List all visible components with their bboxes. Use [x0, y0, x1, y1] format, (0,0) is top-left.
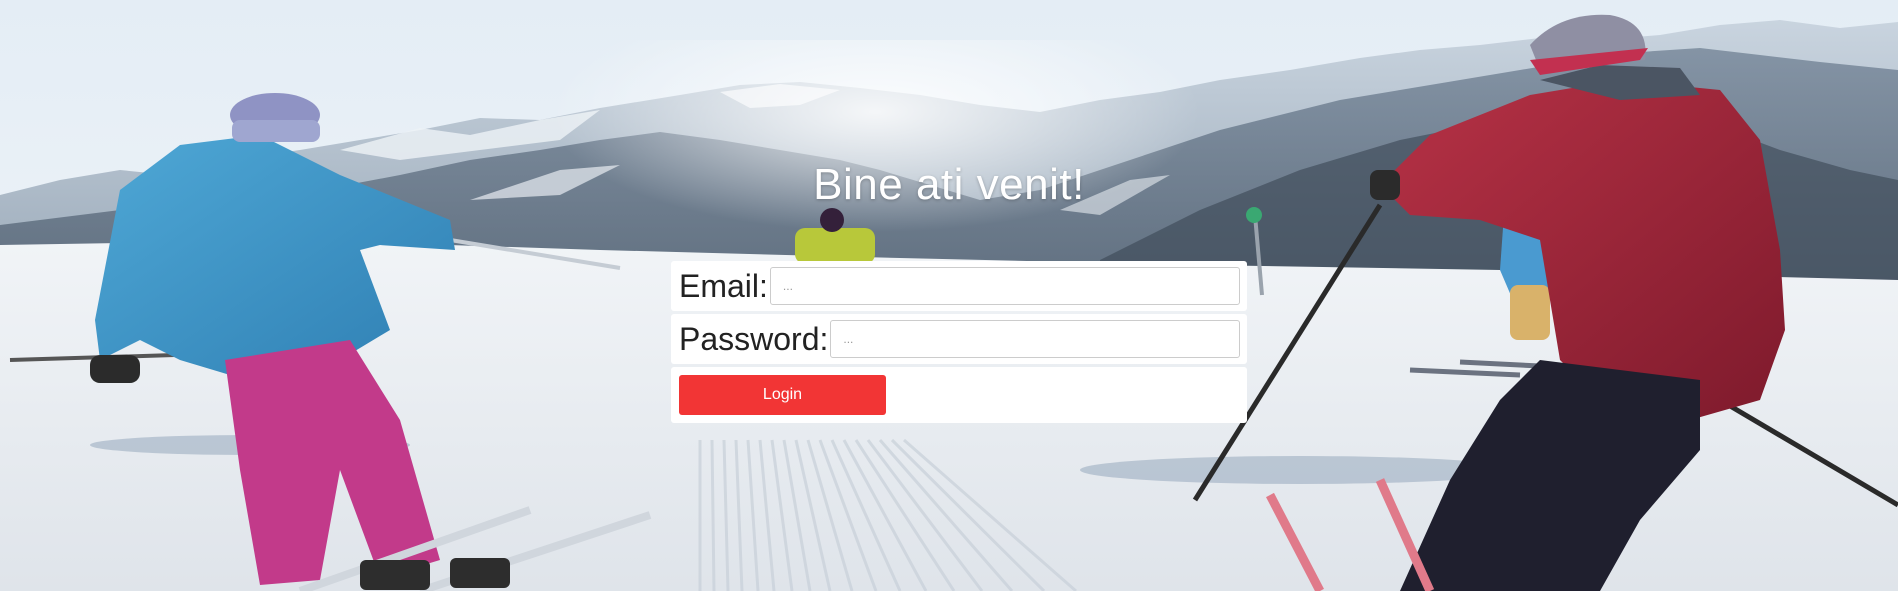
email-row: Email: [671, 261, 1247, 311]
login-form: Email: Password: Login [671, 261, 1247, 426]
email-label: Email: [679, 267, 768, 304]
welcome-heading: Bine ati venit! [813, 160, 1085, 209]
password-label: Password: [679, 320, 829, 357]
login-button[interactable]: Login [679, 375, 886, 415]
login-page: Bine ati venit! Email: Password: Login [0, 0, 1898, 591]
email-field[interactable] [769, 267, 1240, 305]
password-field[interactable] [830, 320, 1240, 358]
login-button-row: Login [671, 367, 1247, 423]
password-row: Password: [671, 314, 1247, 364]
